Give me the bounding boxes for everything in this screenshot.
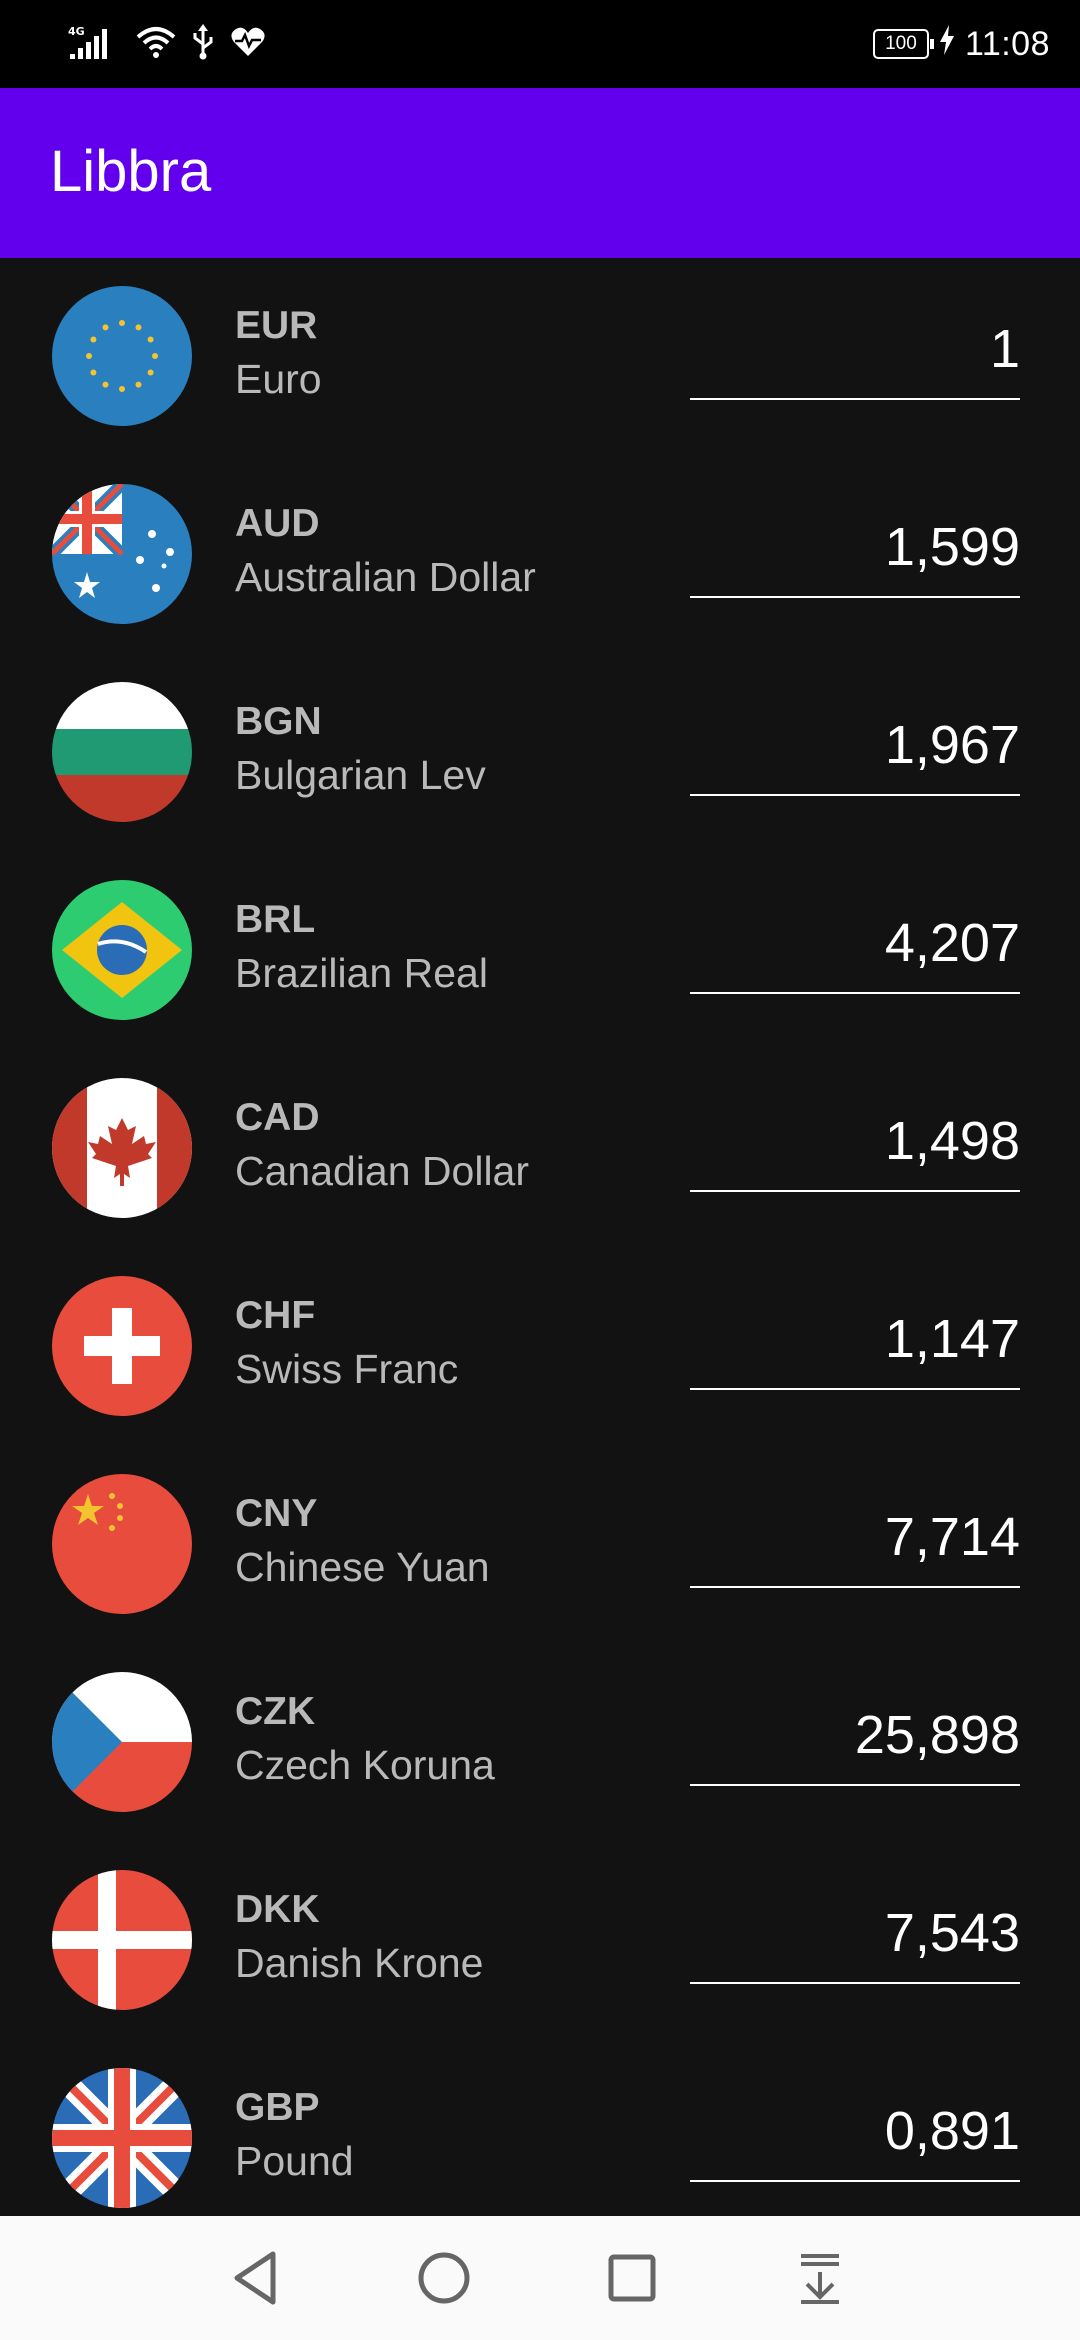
currency-code: CHF xyxy=(235,1294,316,1337)
currency-row-czk[interactable]: CZK Czech Koruna 25,898 xyxy=(0,1644,1080,1842)
navigation-bar xyxy=(0,2216,1080,2340)
currency-name: Danish Krone xyxy=(235,1940,484,1986)
home-icon[interactable] xyxy=(404,2238,484,2318)
currency-row-chf[interactable]: CHF Swiss Franc 1,147 xyxy=(0,1248,1080,1446)
rate-input[interactable]: 1 xyxy=(690,316,1020,400)
rate-input[interactable]: 0,891 xyxy=(690,2098,1020,2182)
currency-row-bgn[interactable]: BGN Bulgarian Lev 1,967 xyxy=(0,654,1080,852)
rate-input[interactable]: 7,543 xyxy=(690,1900,1020,1984)
currency-code: CZK xyxy=(235,1690,316,1733)
back-icon[interactable] xyxy=(216,2238,296,2318)
currency-code: AUD xyxy=(235,502,320,545)
currency-row-cny[interactable]: CNY Chinese Yuan 7,714 xyxy=(0,1446,1080,1644)
currency-name: Brazilian Real xyxy=(235,950,488,996)
currency-code: BGN xyxy=(235,700,322,743)
bulgaria-flag-icon xyxy=(52,682,192,822)
currency-name: Australian Dollar xyxy=(235,554,536,600)
rate-input[interactable]: 4,207 xyxy=(690,910,1020,994)
app-bar: Libbra xyxy=(0,88,1080,258)
currency-name: Czech Koruna xyxy=(235,1742,495,1788)
notification-pull-icon[interactable] xyxy=(780,2238,860,2318)
status-icons-right: 100 11:08 xyxy=(872,22,1050,66)
australia-flag-icon xyxy=(52,484,192,624)
currency-name: Canadian Dollar xyxy=(235,1148,530,1194)
uk-flag-icon xyxy=(52,2068,192,2208)
currency-list[interactable]: EUR Euro 1 AUD Australian Dollar 1,599 B… xyxy=(0,258,1080,2238)
currency-row-cad[interactable]: CAD Canadian Dollar 1,498 xyxy=(0,1050,1080,1248)
rate-input[interactable]: 25,898 xyxy=(690,1702,1020,1786)
status-bar: 4G 100 11:08 xyxy=(0,0,1080,88)
denmark-flag-icon xyxy=(52,1870,192,2010)
currency-name: Chinese Yuan xyxy=(235,1544,490,1590)
rate-input[interactable]: 1,147 xyxy=(690,1306,1020,1390)
brazil-flag-icon xyxy=(52,880,192,1020)
czech-flag-icon xyxy=(52,1672,192,1812)
eu-flag-icon xyxy=(52,286,192,426)
rate-input[interactable]: 7,714 xyxy=(690,1504,1020,1588)
currency-row-brl[interactable]: BRL Brazilian Real 4,207 xyxy=(0,852,1080,1050)
rate-input[interactable]: 1,498 xyxy=(690,1108,1020,1192)
battery-icon: 100 xyxy=(872,29,934,59)
currency-row-dkk[interactable]: DKK Danish Krone 7,543 xyxy=(0,1842,1080,2040)
app-title: Libbra xyxy=(50,139,212,204)
currency-row-gbp[interactable]: GBP Pound 0,891 xyxy=(0,2040,1080,2238)
health-icon xyxy=(230,26,266,63)
status-icons-left: 4G xyxy=(68,23,266,65)
rate-input[interactable]: 1,599 xyxy=(690,514,1020,598)
status-time: 11:08 xyxy=(964,24,1050,63)
usb-icon xyxy=(190,23,216,65)
canada-flag-icon xyxy=(52,1078,192,1218)
currency-code: CNY xyxy=(235,1492,318,1535)
currency-row-aud[interactable]: AUD Australian Dollar 1,599 xyxy=(0,456,1080,654)
currency-code: EUR xyxy=(235,304,318,347)
charging-icon xyxy=(939,25,955,63)
signal-icon: 4G xyxy=(68,24,122,65)
currency-name: Swiss Franc xyxy=(235,1346,459,1392)
currency-name: Euro xyxy=(235,356,322,402)
currency-code: BRL xyxy=(235,898,316,941)
currency-name: Bulgarian Lev xyxy=(235,752,486,798)
switzerland-flag-icon xyxy=(52,1276,192,1416)
network-type: 4G xyxy=(68,25,85,38)
currency-row-eur[interactable]: EUR Euro 1 xyxy=(0,258,1080,456)
currency-code: GBP xyxy=(235,2086,320,2129)
currency-code: DKK xyxy=(235,1888,320,1931)
currency-name: Pound xyxy=(235,2138,354,2184)
wifi-icon xyxy=(136,25,176,64)
china-flag-icon xyxy=(52,1474,192,1614)
currency-code: CAD xyxy=(235,1096,320,1139)
recents-icon[interactable] xyxy=(592,2238,672,2318)
rate-input[interactable]: 1,967 xyxy=(690,712,1020,796)
